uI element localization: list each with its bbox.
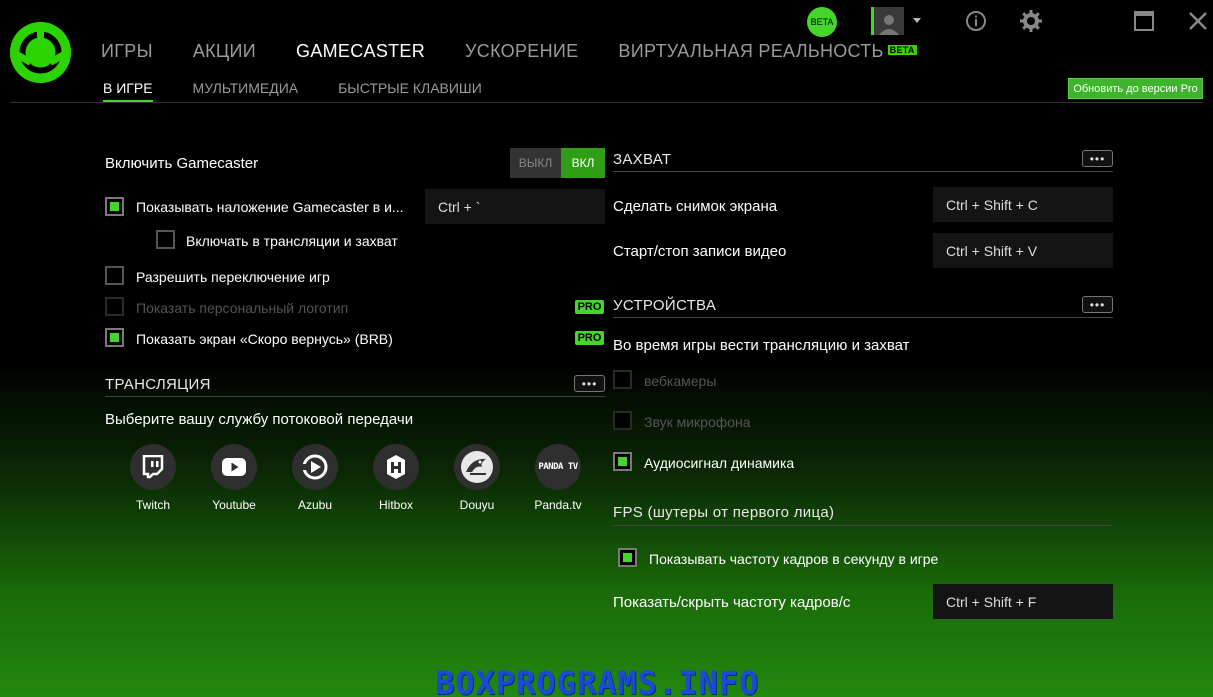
section-divider (105, 396, 605, 397)
screenshot-label: Сделать снимок экрана (613, 198, 778, 215)
overlay-checkbox[interactable] (105, 197, 124, 216)
fps-toggle-label: Показать/скрыть частоту кадров/с (613, 594, 851, 611)
section-divider (613, 525, 1113, 526)
tab-games[interactable]: ИГРЫ (101, 41, 153, 62)
tab-vr-label: ВИРТУАЛЬНАЯ РЕАЛЬНОСТЬ (618, 41, 884, 61)
service-name: Douyu (459, 498, 495, 512)
user-icon (879, 15, 899, 35)
close-icon[interactable] (1188, 11, 1208, 36)
service-panda[interactable]: PANDA TV Panda.tv (534, 444, 582, 512)
pro-badge: PRO (575, 300, 604, 314)
service-name: Youtube (212, 498, 256, 512)
speaker-label: Аудиосигнал динамика (644, 455, 795, 471)
capture-section-title: ЗАХВАТ (613, 151, 672, 168)
gear-icon[interactable] (1020, 10, 1042, 37)
service-name: Hitbox (378, 498, 413, 512)
record-label: Старт/стоп записи видео (613, 243, 787, 260)
enable-gamecaster-label: Включить Gamecaster (105, 155, 259, 172)
devices-more-button[interactable]: ••• (1082, 296, 1113, 313)
youtube-icon (211, 444, 257, 490)
fps-hotkey-field[interactable]: Ctrl + Shift + F (933, 584, 1113, 619)
personal-logo-checkbox (105, 297, 124, 316)
avatar[interactable] (871, 7, 904, 35)
upgrade-pro-button[interactable]: Обновить до версии Pro (1068, 78, 1203, 99)
hitbox-icon (373, 444, 419, 490)
logo-icon (10, 22, 71, 83)
devices-description: Во время игры вести трансляцию и захват (613, 337, 910, 354)
account-dropdown-icon[interactable] (913, 18, 921, 23)
fps-show-checkbox[interactable] (618, 548, 637, 567)
devices-section-title: УСТРОЙСТВА (613, 297, 717, 314)
subtab-hotkeys[interactable]: БЫСТРЫЕ КЛАВИШИ (338, 80, 482, 103)
allow-switch-label: Разрешить переключение игр (136, 269, 330, 285)
fps-section-title: FPS (шутеры от первого лица) (613, 504, 835, 521)
allow-switch-checkbox[interactable] (105, 266, 124, 285)
service-twitch[interactable]: Twitch (130, 444, 176, 512)
tab-gamecaster[interactable]: GAMECASTER (296, 41, 425, 62)
main-tabs: ИГРЫ АКЦИИ GAMECASTER УСКОРЕНИЕ ВИРТУАЛЬ… (101, 41, 957, 62)
include-stream-label: Включать в трансляции и захват (186, 233, 398, 249)
service-azubu[interactable]: Azubu (292, 444, 338, 512)
overlay-label: Показывать наложение Gamecaster в и... (136, 199, 404, 215)
section-divider (613, 317, 1113, 318)
razer-cortex-logo[interactable] (10, 22, 71, 83)
brb-checkbox[interactable] (105, 328, 124, 347)
capture-more-button[interactable]: ••• (1082, 150, 1113, 167)
service-name: Panda.tv (534, 498, 582, 512)
service-name: Twitch (135, 498, 170, 512)
subtab-multimedia[interactable]: МУЛЬТИМЕДИА (193, 80, 299, 103)
info-icon[interactable] (965, 10, 987, 37)
azubu-icon (292, 444, 338, 490)
service-name: Azubu (297, 498, 333, 512)
service-youtube[interactable]: Youtube (211, 444, 257, 512)
sub-tabs: В ИГРЕ МУЛЬТИМЕДИА БЫСТРЫЕ КЛАВИШИ (103, 80, 522, 103)
choose-service-label: Выберите вашу службу потоковой передачи (105, 411, 414, 428)
watermark: BOXPROGRAMS.INFO (435, 664, 760, 697)
twitch-icon (130, 444, 176, 490)
speaker-checkbox[interactable] (613, 452, 632, 471)
include-stream-checkbox[interactable] (156, 230, 175, 249)
beta-badge[interactable]: BETA (807, 7, 837, 37)
screenshot-hotkey-field[interactable]: Ctrl + Shift + C (933, 187, 1113, 222)
vr-beta-tag: BETA (887, 45, 917, 55)
record-hotkey-field[interactable]: Ctrl + Shift + V (933, 233, 1113, 268)
personal-logo-label: Показать персональный логотип (136, 300, 349, 316)
mic-label: Звук микрофона (644, 414, 751, 430)
nav-divider (10, 102, 1203, 103)
webcam-checkbox (613, 370, 632, 389)
fps-show-label: Показывать частоту кадров в секунду в иг… (649, 551, 939, 567)
douyu-icon (454, 444, 500, 490)
tab-boost[interactable]: УСКОРЕНИЕ (465, 41, 578, 62)
toggle-on-option[interactable]: ВКЛ (561, 148, 605, 178)
service-hitbox[interactable]: Hitbox (373, 444, 419, 512)
broadcast-section-title: ТРАНСЛЯЦИЯ (105, 376, 211, 393)
mic-checkbox (613, 411, 632, 430)
maximize-icon[interactable] (1134, 11, 1154, 36)
gamecaster-toggle[interactable]: ВЫКЛ ВКЛ (510, 148, 605, 178)
broadcast-more-button[interactable]: ••• (574, 375, 605, 392)
tab-vr[interactable]: ВИРТУАЛЬНАЯ РЕАЛЬНОСТЬ BETA (618, 41, 917, 62)
section-divider (613, 171, 1113, 172)
service-douyu[interactable]: Douyu (454, 444, 500, 512)
brb-label: Показать экран «Скоро вернусь» (BRB) (136, 331, 393, 347)
webcam-label: вебкамеры (644, 373, 717, 389)
toggle-off-option[interactable]: ВЫКЛ (510, 148, 561, 178)
panda-tv-icon: PANDA TV (535, 444, 581, 490)
tab-deals[interactable]: АКЦИИ (193, 41, 256, 62)
subtab-in-game[interactable]: В ИГРЕ (103, 80, 153, 103)
overlay-hotkey-field[interactable]: Ctrl + ` (425, 189, 605, 224)
pro-badge: PRO (575, 331, 604, 345)
panda-logo-text: PANDA TV (538, 462, 578, 472)
